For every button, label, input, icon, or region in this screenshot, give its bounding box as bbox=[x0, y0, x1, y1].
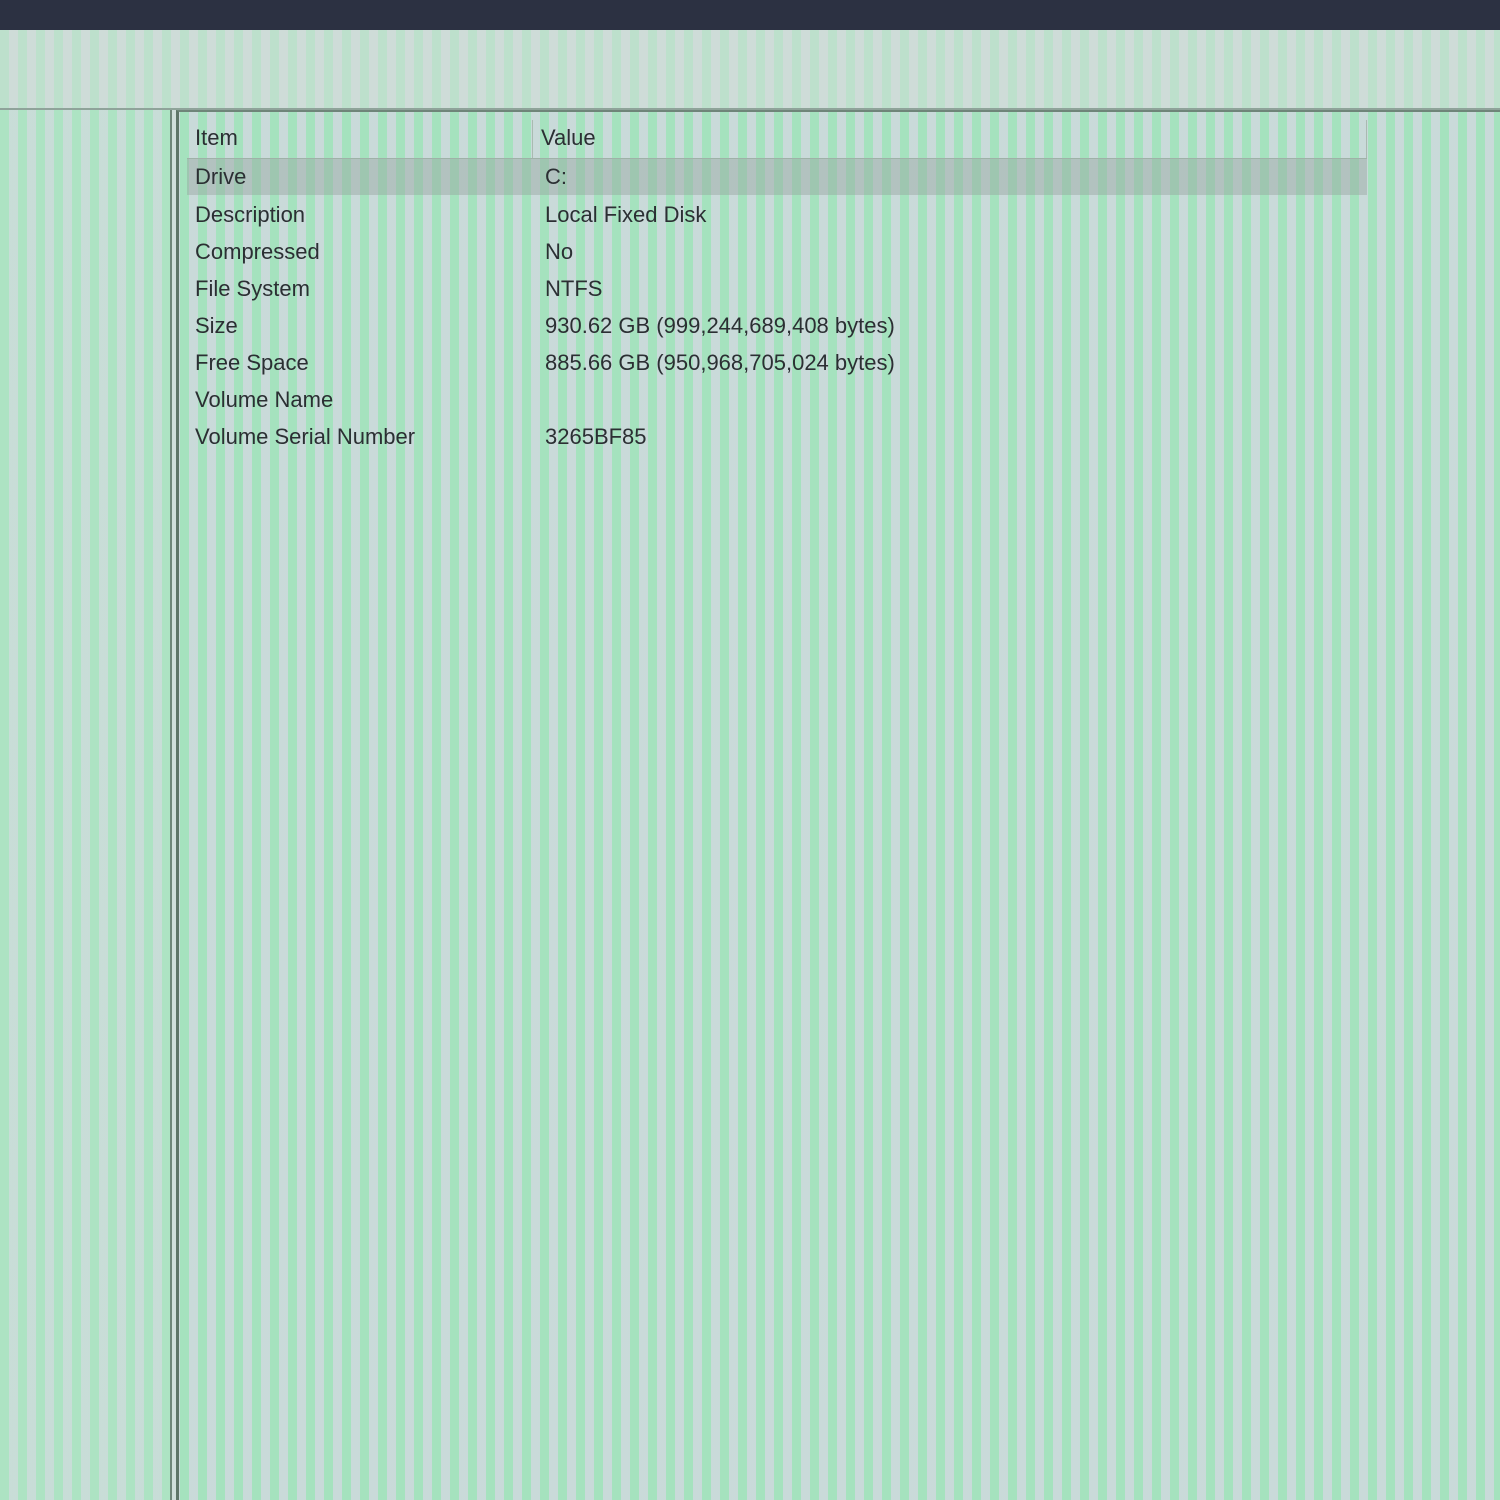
column-header-item[interactable]: Item bbox=[187, 120, 533, 158]
row-item-label: Volume Serial Number bbox=[195, 424, 416, 449]
row-value: 3265BF85 bbox=[545, 424, 647, 449]
list-header: Item Value bbox=[187, 120, 1367, 159]
row-item-label: Description bbox=[195, 202, 306, 227]
row-value: C: bbox=[545, 164, 567, 189]
table-row-file-system[interactable]: File System NTFS bbox=[187, 271, 1367, 307]
table-row-free-space[interactable]: Free Space 885.66 GB (950,968,705,024 by… bbox=[187, 345, 1367, 381]
row-item-label: File System bbox=[195, 276, 310, 301]
table-row-description[interactable]: Description Local Fixed Disk bbox=[187, 197, 1367, 233]
monitor-bezel bbox=[0, 0, 1500, 30]
row-value: 930.62 GB (999,244,689,408 bytes) bbox=[545, 313, 895, 338]
row-value: 885.66 GB (950,968,705,024 bytes) bbox=[545, 350, 895, 375]
row-item-label: Volume Name bbox=[195, 387, 334, 412]
column-header-value[interactable]: Value bbox=[533, 120, 1367, 158]
row-value: Local Fixed Disk bbox=[545, 202, 707, 227]
row-value: No bbox=[545, 239, 574, 264]
details-list-pane[interactable]: Item Value Drive C: Description Local Fi… bbox=[176, 110, 1500, 1500]
screen: Item Value Drive C: Description Local Fi… bbox=[0, 0, 1500, 1500]
category-tree-pane[interactable] bbox=[0, 110, 172, 1500]
row-item-label: Compressed bbox=[195, 239, 320, 264]
row-item-label: Free Space bbox=[195, 350, 309, 375]
table-row-size[interactable]: Size 930.62 GB (999,244,689,408 bytes) bbox=[187, 308, 1367, 344]
table-row-volume-name[interactable]: Volume Name bbox=[187, 382, 1367, 418]
table-row-volume-serial-number[interactable]: Volume Serial Number 3265BF85 bbox=[187, 419, 1367, 455]
row-value: NTFS bbox=[545, 276, 603, 301]
row-item-label: Drive bbox=[195, 164, 247, 189]
table-row-compressed[interactable]: Compressed No bbox=[187, 234, 1367, 270]
toolbar-area bbox=[0, 30, 1500, 110]
table-row-drive[interactable]: Drive C: bbox=[187, 159, 1367, 195]
row-item-label: Size bbox=[195, 313, 238, 338]
